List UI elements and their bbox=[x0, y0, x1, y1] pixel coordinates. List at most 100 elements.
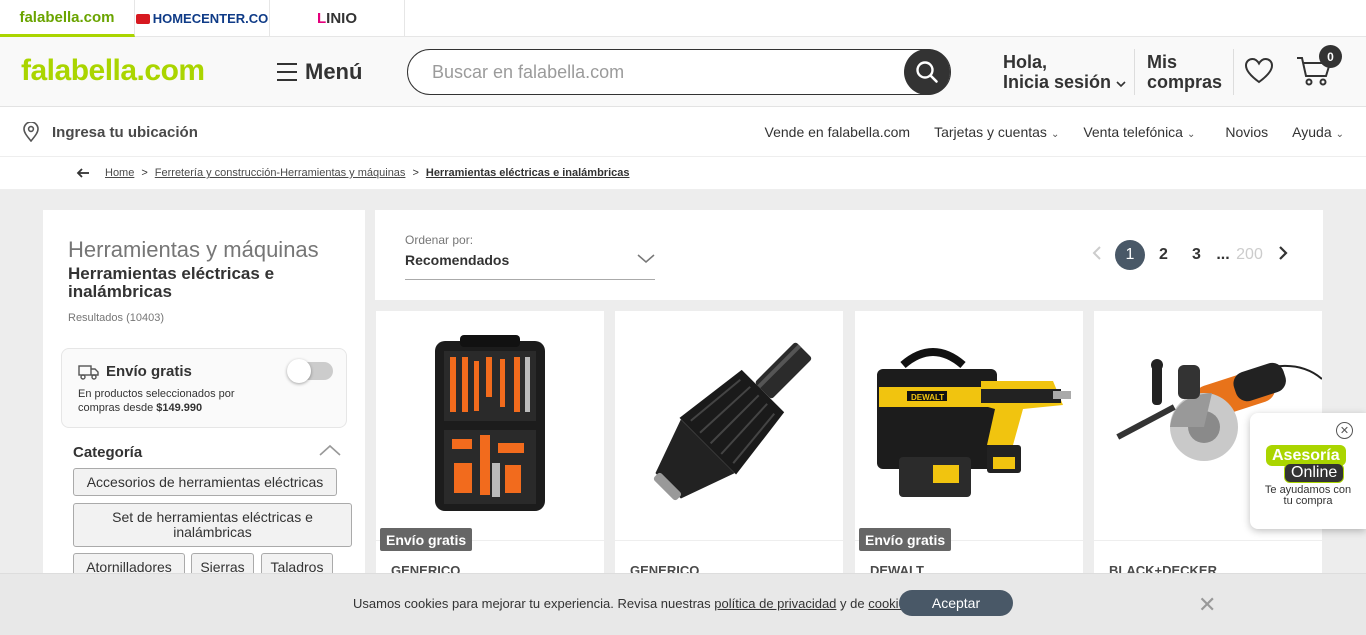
search-input[interactable] bbox=[432, 60, 892, 84]
cart-count-badge: 0 bbox=[1319, 45, 1342, 68]
homecenter-logo-icon bbox=[135, 13, 150, 24]
subnav-label: Venta telefónica bbox=[1083, 124, 1183, 140]
chat-subtitle: Online bbox=[1284, 463, 1345, 483]
search-bar bbox=[407, 49, 951, 95]
free-shipping-title: Envío gratis bbox=[106, 363, 192, 380]
category-chip[interactable]: Accesorios de herramientas eléctricas bbox=[73, 468, 337, 496]
login-label: Inicia sesión bbox=[1003, 72, 1112, 92]
divider bbox=[1094, 540, 1322, 541]
page-link[interactable]: 3 bbox=[1180, 246, 1213, 264]
heart-icon bbox=[1244, 57, 1274, 84]
tab-homecenter[interactable]: HOMECENTER.CO bbox=[135, 0, 270, 37]
back-arrow-icon[interactable] bbox=[76, 168, 90, 178]
product-image[interactable] bbox=[615, 311, 843, 539]
chevron-down-icon: ⌄ bbox=[1050, 129, 1060, 140]
cookie-text: y de bbox=[836, 596, 869, 611]
chevron-down-icon: ⌄ bbox=[1335, 129, 1344, 140]
tab-falabella[interactable]: falabella.com bbox=[0, 0, 135, 37]
breadcrumb-level1[interactable]: Ferretería y construcción-Herramientas y… bbox=[155, 167, 406, 179]
favorites-button[interactable] bbox=[1244, 57, 1274, 90]
subnav-label: Tarjetas y cuentas bbox=[934, 124, 1047, 140]
free-shipping-amount: $149.990 bbox=[156, 402, 203, 414]
search-icon bbox=[916, 61, 938, 83]
breadcrumb-separator: > bbox=[412, 167, 419, 179]
chevron-down-icon bbox=[637, 254, 655, 263]
chevron-down-icon: ⌄ bbox=[1186, 129, 1196, 140]
pagination: 1 2 3 ... 200 bbox=[1080, 240, 1299, 270]
category-chip[interactable]: Set de herramientas eléctricas e inalámb… bbox=[73, 503, 352, 547]
tab-linio[interactable]: L INIO bbox=[270, 0, 405, 37]
subnav-cards[interactable]: Tarjetas y cuentas ⌄ bbox=[934, 124, 1059, 140]
product-card[interactable]: DEWALT Envío gratis DEWALT bbox=[855, 311, 1083, 591]
free-shipping-badge: Envío gratis bbox=[380, 528, 473, 551]
subnav-label: Ayuda bbox=[1292, 124, 1332, 140]
close-icon[interactable]: ✕ bbox=[1198, 592, 1216, 618]
divider bbox=[1134, 49, 1135, 95]
results-count: Resultados (10403) bbox=[68, 312, 165, 324]
menu-label: Menú bbox=[305, 59, 363, 84]
sort-dropdown[interactable]: Recomendados bbox=[405, 252, 655, 280]
cookie-message: Usamos cookies para mejorar tu experienc… bbox=[353, 596, 916, 611]
login-greeting: Hola, bbox=[1003, 52, 1048, 72]
linio-logo-icon: L bbox=[316, 10, 327, 27]
falabella-logo[interactable]: falabella.com bbox=[21, 54, 205, 88]
location-label: Ingresa tu ubicación bbox=[52, 123, 198, 141]
tab-linio-label: INIO bbox=[326, 10, 357, 27]
toggle-knob bbox=[287, 359, 311, 383]
accept-cookies-button[interactable]: Aceptar bbox=[899, 590, 1013, 616]
cookie-banner: Usamos cookies para mejorar tu experienc… bbox=[0, 573, 1366, 635]
page-link[interactable]: 2 bbox=[1147, 246, 1180, 264]
chat-caption: Te ayudamos con tu compra bbox=[1264, 484, 1352, 507]
location-pin-icon bbox=[23, 122, 39, 142]
sort-bar: Ordenar por: Recomendados 1 2 3 ... 200 bbox=[375, 210, 1323, 300]
subnav-sell[interactable]: Vende en falabella.com bbox=[765, 124, 911, 140]
product-image[interactable]: DEWALT bbox=[855, 311, 1083, 539]
login-button[interactable]: Hola, Inicia sesión bbox=[1003, 52, 1126, 92]
online-advisor-widget[interactable]: ✕ Asesoría Online Te ayudamos con tu com… bbox=[1250, 413, 1366, 529]
sub-header: Ingresa tu ubicación Vende en falabella.… bbox=[0, 107, 1366, 157]
sort-selected-value: Recomendados bbox=[405, 252, 510, 268]
hamburger-icon bbox=[277, 63, 297, 81]
menu-button[interactable]: Menú bbox=[277, 59, 362, 85]
privacy-policy-link[interactable]: política de privacidad bbox=[714, 596, 836, 611]
next-page-icon[interactable] bbox=[1266, 245, 1299, 265]
breadcrumb-separator: > bbox=[141, 167, 148, 179]
free-shipping-badge: Envío gratis bbox=[859, 528, 952, 551]
divider bbox=[615, 540, 843, 541]
product-card[interactable]: Envío gratis GENERICO bbox=[376, 311, 604, 591]
subnav-phone-sales[interactable]: Venta telefónica ⌄ bbox=[1083, 124, 1195, 140]
my-orders-button[interactable]: Mis compras bbox=[1147, 52, 1222, 92]
product-card[interactable]: GENERICO bbox=[615, 311, 843, 591]
page-current[interactable]: 1 bbox=[1115, 240, 1145, 270]
category-filter-heading[interactable]: Categoría bbox=[73, 444, 142, 461]
category-title: Herramientas y máquinas bbox=[68, 237, 319, 262]
page-ellipsis: ... bbox=[1216, 246, 1230, 263]
drill-chuck-image bbox=[653, 342, 812, 501]
close-icon[interactable]: ✕ bbox=[1336, 422, 1353, 439]
sort-label: Ordenar por: bbox=[405, 233, 474, 247]
location-selector[interactable]: Ingresa tu ubicación bbox=[22, 122, 198, 142]
page-last[interactable]: 200 bbox=[1233, 246, 1266, 264]
prev-page-icon[interactable] bbox=[1080, 245, 1113, 265]
breadcrumb-home[interactable]: Home bbox=[105, 167, 134, 179]
subnav-help[interactable]: Ayuda ⌄ bbox=[1292, 124, 1344, 140]
breadcrumb-current[interactable]: Herramientas eléctricas e inalámbricas bbox=[426, 167, 630, 179]
divider bbox=[1233, 49, 1234, 95]
dewalt-drill-kit-image: DEWALT bbox=[877, 348, 1071, 497]
cookie-text: Usamos cookies para mejorar tu experienc… bbox=[353, 596, 715, 611]
truck-icon bbox=[78, 364, 99, 380]
tool-case-image bbox=[435, 335, 545, 511]
filters-sidebar: Herramientas y máquinas Herramientas elé… bbox=[43, 210, 365, 590]
chevron-down-icon bbox=[1116, 81, 1126, 88]
brand-bar: falabella.com HOMECENTER.CO L INIO bbox=[0, 0, 1366, 37]
my-orders-line1: Mis bbox=[1147, 52, 1178, 72]
chevron-up-icon[interactable] bbox=[319, 444, 341, 456]
free-shipping-toggle[interactable] bbox=[287, 359, 333, 383]
breadcrumb: Home > Ferretería y construcción-Herrami… bbox=[0, 157, 1366, 190]
search-button[interactable] bbox=[904, 49, 950, 95]
subnav-novios[interactable]: Novios bbox=[1225, 124, 1268, 140]
tab-falabella-label: falabella.com bbox=[19, 8, 115, 26]
subnav-label: Novios bbox=[1225, 124, 1269, 140]
subnav-label: Vende en falabella.com bbox=[764, 124, 911, 140]
product-image[interactable] bbox=[376, 311, 604, 539]
